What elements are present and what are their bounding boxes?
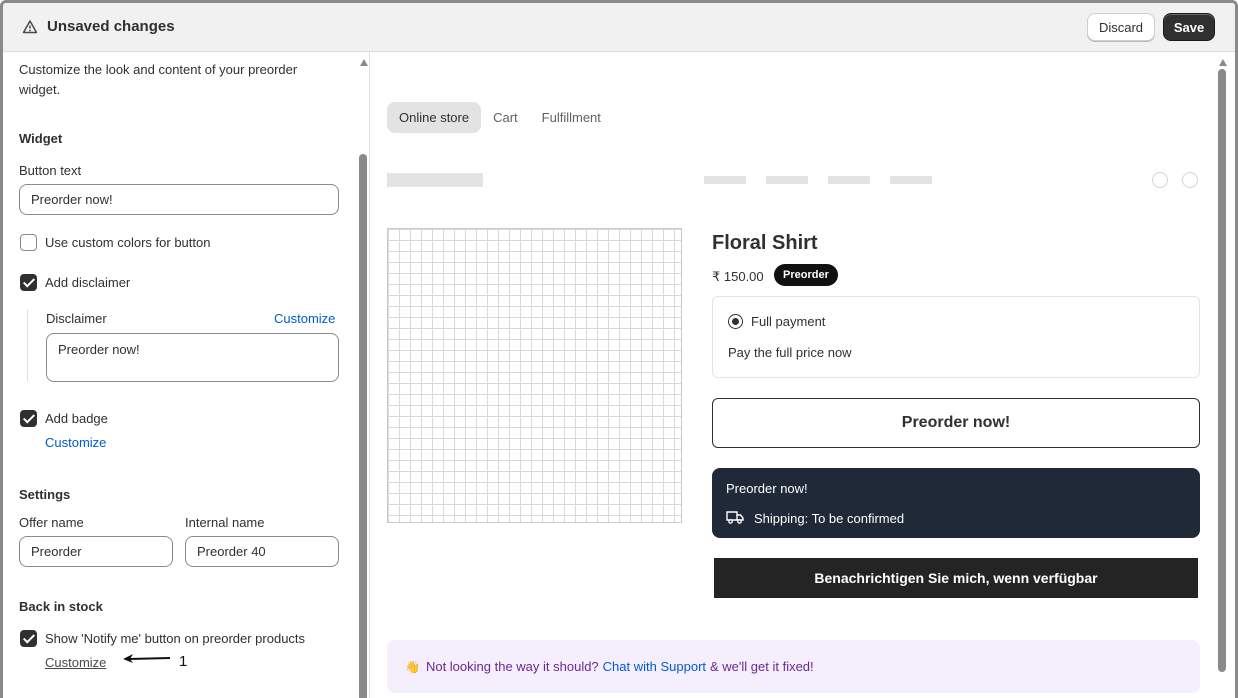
product-price: ₹ 150.00 <box>712 269 764 284</box>
product-title: Floral Shirt <box>712 232 818 254</box>
notify-me-checkbox[interactable] <box>20 630 37 647</box>
button-text-input[interactable]: Preorder now! <box>19 184 339 215</box>
button-text-label: Button text <box>19 163 82 178</box>
scrollbar-thumb[interactable] <box>1218 69 1226 672</box>
annotation-arrow-icon <box>123 654 171 663</box>
full-payment-radio[interactable] <box>728 314 743 329</box>
nav-placeholder <box>890 176 932 184</box>
preview-tabs: Online store Cart Fulfillment <box>387 102 613 133</box>
notify-me-button[interactable]: Benachrichtigen Sie mich, wenn verfügbar <box>714 558 1198 598</box>
tab-online-store[interactable]: Online store <box>387 102 482 133</box>
tab-cart[interactable]: Cart <box>481 102 530 133</box>
annotation-number: 1 <box>179 653 188 670</box>
warning-icon <box>22 20 38 34</box>
notify-me-label: Show 'Notify me' button on preorder prod… <box>45 631 306 646</box>
unsaved-changes-title: Unsaved changes <box>47 18 175 35</box>
badge-customize-link[interactable]: Customize <box>45 435 106 450</box>
waving-hand-icon: 👋 <box>405 659 420 674</box>
disclaimer-box: Preorder now! Shipping: To be confirmed <box>712 468 1200 538</box>
add-badge-label: Add badge <box>45 411 108 426</box>
offer-name-input[interactable]: Preorder <box>19 536 173 567</box>
back-in-stock-heading: Back in stock <box>19 599 103 614</box>
custom-colors-label: Use custom colors for button <box>45 235 211 250</box>
preview-panel: Online store Cart Fulfillment Floral Shi… <box>370 52 1235 698</box>
disclaimer-textarea[interactable]: Preorder now! <box>46 333 339 382</box>
store-logo-placeholder <box>387 173 483 187</box>
support-suffix: & we'll get it fixed! <box>710 659 814 674</box>
full-payment-description: Pay the full price now <box>728 345 852 360</box>
product-image-placeholder <box>387 228 682 523</box>
internal-name-input[interactable]: Preorder 40 <box>185 536 339 567</box>
nav-placeholder <box>828 176 870 184</box>
internal-name-label: Internal name <box>185 515 265 530</box>
add-disclaimer-checkbox[interactable] <box>20 274 37 291</box>
add-badge-checkbox[interactable] <box>20 410 37 427</box>
notify-customize-link[interactable]: Customize <box>45 655 106 670</box>
tab-fulfillment[interactable]: Fulfillment <box>530 102 613 133</box>
right-scrollbar[interactable] <box>1217 52 1229 698</box>
panel-intro: Customize the look and content of your p… <box>19 62 298 97</box>
chat-with-support-link[interactable]: Chat with Support <box>603 659 706 674</box>
preorder-button[interactable]: Preorder now! <box>712 398 1200 448</box>
nav-placeholder <box>704 176 746 184</box>
disclaimer-text: Preorder now! <box>726 481 808 496</box>
support-banner: 👋 Not looking the way it should? Chat wi… <box>387 640 1200 693</box>
preorder-badge: Preorder <box>774 264 838 286</box>
disclaimer-indent-line <box>27 309 28 381</box>
save-button[interactable]: Save <box>1163 13 1215 41</box>
scroll-up-icon[interactable] <box>1219 59 1227 66</box>
shipping-text: Shipping: To be confirmed <box>754 511 905 526</box>
search-placeholder-icon <box>1152 172 1168 188</box>
disclaimer-label: Disclaimer <box>46 311 107 326</box>
cart-placeholder-icon <box>1182 172 1198 188</box>
offer-name-label: Offer name <box>19 515 84 530</box>
settings-heading: Settings <box>19 487 71 502</box>
scroll-up-icon[interactable] <box>360 59 368 66</box>
scrollbar-thumb[interactable] <box>359 154 367 698</box>
nav-placeholder <box>766 176 808 184</box>
support-prefix: Not looking the way it should? <box>425 659 599 674</box>
disclaimer-customize-link[interactable]: Customize <box>274 311 335 326</box>
truck-icon <box>726 511 744 524</box>
full-payment-label: Full payment <box>751 314 826 329</box>
settings-panel: Customize the look and content of your p… <box>3 52 370 698</box>
payment-option-box[interactable]: Full payment Pay the full price now <box>712 296 1200 378</box>
widget-heading: Widget <box>19 131 63 146</box>
app-window: Unsaved changes Discard Save Customize t… <box>0 0 1238 698</box>
contextual-save-bar: Unsaved changes Discard Save <box>3 3 1235 52</box>
add-disclaimer-label: Add disclaimer <box>45 275 131 290</box>
discard-button[interactable]: Discard <box>1087 13 1155 41</box>
left-scrollbar[interactable] <box>358 52 369 698</box>
custom-colors-checkbox[interactable] <box>20 234 37 251</box>
